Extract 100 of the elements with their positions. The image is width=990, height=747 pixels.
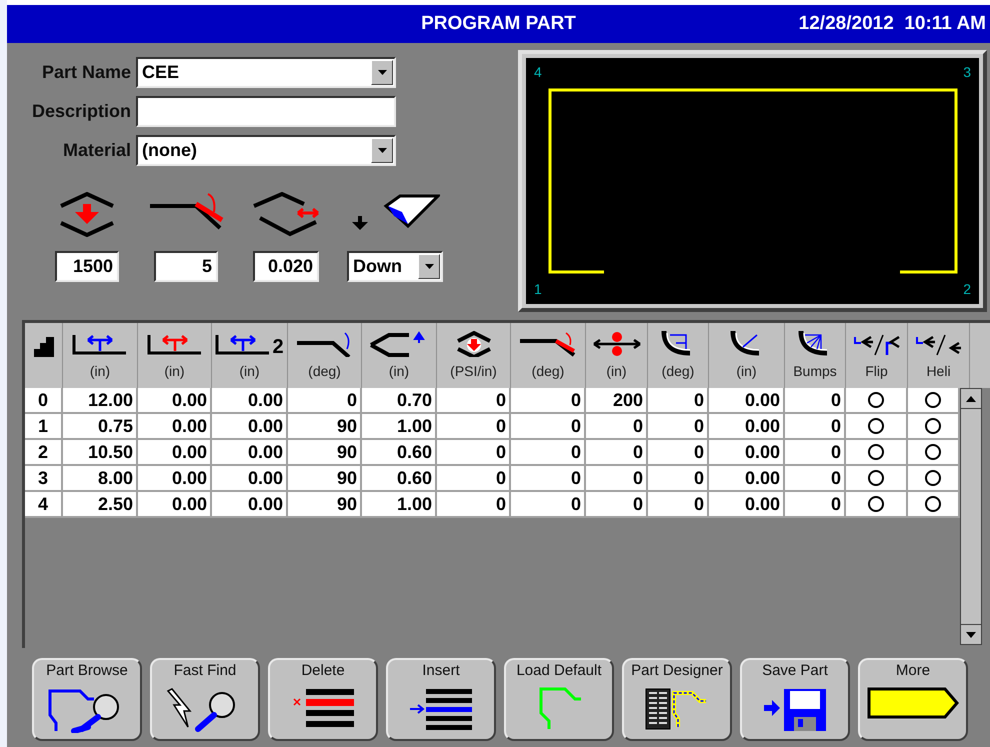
table-cell[interactable]: 0.00 <box>212 414 288 438</box>
table-cell[interactable]: 0 <box>511 414 586 438</box>
table-cell[interactable]: 0 <box>648 414 709 438</box>
field-label: Material <box>62 139 131 162</box>
field-label: Description <box>30 100 131 123</box>
step-icon <box>32 335 56 357</box>
table-cell[interactable]: 0.00 <box>709 414 785 438</box>
table-cell[interactable]: 0 <box>648 492 709 516</box>
table-cell[interactable]: 12.00 <box>63 388 138 412</box>
table-cell[interactable]: 0.75 <box>63 414 138 438</box>
table-cell[interactable]: 0.00 <box>138 492 212 516</box>
table-cell[interactable]: 0 <box>648 466 709 490</box>
table-cell[interactable]: 0.00 <box>709 388 785 412</box>
radio-button[interactable] <box>868 418 884 434</box>
table-cell[interactable]: 10.50 <box>63 440 138 464</box>
table-cell[interactable]: 0 <box>785 440 846 464</box>
table-cell[interactable]: 0.60 <box>362 466 437 490</box>
table-cell[interactable]: 90 <box>288 492 362 516</box>
toolbar-button[interactable]: Delete <box>268 658 378 741</box>
table-cell[interactable]: 0.00 <box>709 440 785 464</box>
table-cell[interactable]: 0.00 <box>138 440 212 464</box>
corner-label: 2 <box>963 280 971 299</box>
table-cell[interactable]: 0.00 <box>212 492 288 516</box>
table-cell[interactable]: 8.00 <box>63 466 138 490</box>
radio-button[interactable] <box>925 470 941 486</box>
toolbar-button[interactable]: Part Browse <box>32 658 142 741</box>
radio-button[interactable] <box>868 470 884 486</box>
dropdown-field[interactable]: CEE <box>136 57 396 88</box>
toolbar-button[interactable]: Save Part <box>740 658 850 741</box>
toolbar-button[interactable]: Fast Find <box>150 658 260 741</box>
table-cell[interactable]: 0.60 <box>362 440 437 464</box>
table-cell[interactable]: 200 <box>586 388 648 412</box>
toolbar-button[interactable]: Part Designer <box>622 658 732 741</box>
column-unit: Flip <box>865 362 888 381</box>
dropdown-field[interactable]: Down <box>347 251 443 282</box>
dropdown-field[interactable]: (none) <box>136 135 396 166</box>
window-title: PROGRAM PART <box>421 12 576 36</box>
scrollbar[interactable] <box>960 388 982 645</box>
radio-button[interactable] <box>925 496 941 512</box>
column-unit: (in) <box>239 362 260 381</box>
table-cell[interactable]: 0.00 <box>709 492 785 516</box>
table-cell[interactable]: 0 <box>586 492 648 516</box>
row-index: 2 <box>25 440 63 464</box>
corner-label: 3 <box>963 63 971 82</box>
table-cell[interactable]: 0.00 <box>212 440 288 464</box>
table-cell[interactable]: 0.00 <box>138 388 212 412</box>
table-cell[interactable]: 0 <box>785 492 846 516</box>
table-cell[interactable]: 0 <box>511 492 586 516</box>
table-cell[interactable]: 0 <box>511 440 586 464</box>
column-unit: (PSI/in) <box>450 362 497 381</box>
toolbar-button[interactable]: Load Default <box>504 658 614 741</box>
table-cell[interactable]: 0 <box>288 388 362 412</box>
table-cell[interactable]: 0 <box>511 388 586 412</box>
input-field[interactable] <box>136 96 396 127</box>
table-cell[interactable]: 0.00 <box>212 466 288 490</box>
table-cell[interactable]: 0 <box>586 466 648 490</box>
radio-button[interactable] <box>925 444 941 460</box>
column-unit: Bumps <box>793 362 837 381</box>
table-cell[interactable]: 1.00 <box>362 492 437 516</box>
input-field[interactable]: 0.020 <box>253 251 319 282</box>
table-cell[interactable]: 90 <box>288 414 362 438</box>
table-cell[interactable]: 90 <box>288 440 362 464</box>
table-cell[interactable]: 0 <box>785 414 846 438</box>
corner-label: 4 <box>534 63 542 82</box>
table-cell[interactable]: 0.00 <box>138 466 212 490</box>
radio-button[interactable] <box>868 496 884 512</box>
table-cell[interactable]: 0 <box>785 388 846 412</box>
radio-button[interactable] <box>868 392 884 408</box>
column-unit: (in) <box>90 362 110 381</box>
column-unit: (in) <box>388 362 410 381</box>
table-cell[interactable]: 0 <box>785 466 846 490</box>
table-cell[interactable]: 90 <box>288 466 362 490</box>
table-cell[interactable]: 0 <box>648 388 709 412</box>
input-field[interactable]: 1500 <box>55 251 119 282</box>
column-unit: Heli <box>926 362 951 381</box>
table-cell[interactable]: 2.50 <box>63 492 138 516</box>
radio-button[interactable] <box>925 418 941 434</box>
column-unit: (in) <box>164 362 185 381</box>
die-width-icon <box>252 192 320 237</box>
table-cell[interactable]: 0.70 <box>362 388 437 412</box>
table-cell[interactable]: 0 <box>511 466 586 490</box>
table-cell[interactable]: 0.00 <box>212 388 288 412</box>
table-cell[interactable]: 1.00 <box>362 414 437 438</box>
field-label: Part Name <box>40 61 131 84</box>
radio-button[interactable] <box>868 444 884 460</box>
table-cell[interactable]: 0 <box>437 466 511 490</box>
table-cell[interactable]: 0 <box>437 414 511 438</box>
table-cell[interactable]: 0 <box>437 492 511 516</box>
table-cell[interactable]: 0.00 <box>138 414 212 438</box>
column-unit: (deg) <box>532 362 564 381</box>
table-cell[interactable]: 0 <box>437 440 511 464</box>
toolbar-button[interactable]: More <box>858 658 968 741</box>
radio-button[interactable] <box>925 392 941 408</box>
input-field[interactable]: 5 <box>154 251 218 282</box>
table-cell[interactable]: 0 <box>437 388 511 412</box>
table-cell[interactable]: 0 <box>648 440 709 464</box>
table-cell[interactable]: 0 <box>586 440 648 464</box>
table-cell[interactable]: 0 <box>586 414 648 438</box>
table-cell[interactable]: 0.00 <box>709 466 785 490</box>
toolbar-button[interactable]: Insert <box>386 658 496 741</box>
